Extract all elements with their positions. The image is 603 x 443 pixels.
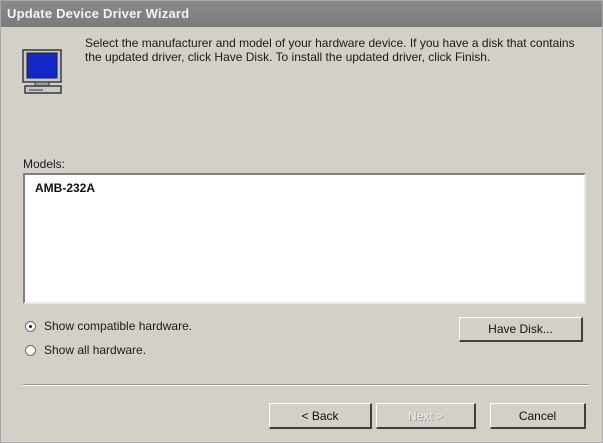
back-button[interactable]: < Back [269,403,372,429]
instructions-text: Select the manufacturer and model of you… [85,36,575,64]
next-button[interactable]: Next > [376,403,476,429]
cancel-button[interactable]: Cancel [490,403,586,429]
title-bar: Update Device Driver Wizard [1,1,602,27]
show-all-label: Show all hardware. [44,343,147,357]
show-all-radio[interactable]: Show all hardware. [25,343,146,357]
monitor-icon [21,49,65,97]
radio-checked-icon[interactable] [25,320,36,332]
wizard-window: Update Device Driver Wizard Select the m… [0,0,603,443]
have-disk-button[interactable]: Have Disk... [459,317,583,342]
show-compatible-label: Show compatible hardware. [44,319,193,333]
radio-unchecked-icon[interactable] [25,344,36,356]
models-listbox[interactable]: AMB-232A [23,173,586,304]
show-compatible-radio[interactable]: Show compatible hardware. [25,319,192,333]
divider [23,384,589,386]
list-item[interactable]: AMB-232A [35,181,95,195]
models-label: Models: [23,157,66,171]
